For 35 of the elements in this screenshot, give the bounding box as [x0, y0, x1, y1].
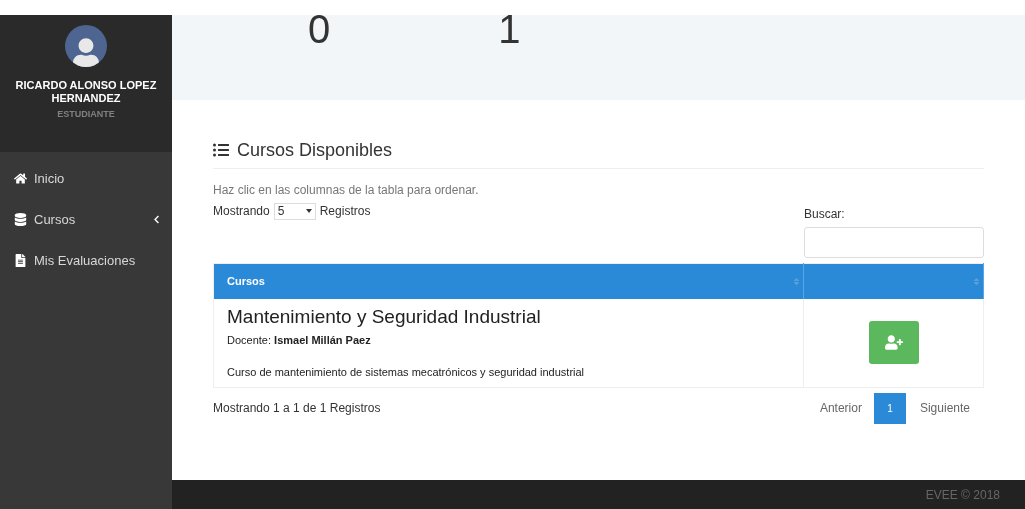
course-title: Mantenimiento y Seguridad Industrial — [227, 304, 542, 329]
list-icon — [213, 142, 229, 158]
hint-text: Haz clic en las columnas de la tabla para ordenar. — [213, 182, 480, 199]
course-description: Curso de mantenimiento de sistemas mecatrónicos y seguridad industrial — [227, 365, 586, 380]
sidebar-item[interactable]: Inicio — [0, 169, 172, 188]
user-name: RICARDO ALONSO LOPEZ HERNANDEZ — [14, 79, 158, 105]
sort-icon — [973, 277, 980, 286]
database-icon — [14, 213, 27, 226]
length-select[interactable]: 5 — [273, 202, 316, 220]
sidebar-item[interactable]: Mis Evaluaciones — [0, 251, 172, 270]
column-header[interactable] — [803, 263, 984, 299]
search-field[interactable] — [804, 227, 984, 258]
document-icon — [14, 254, 27, 267]
enroll-button[interactable] — [868, 321, 919, 364]
user-role: ESTUDIANTE — [57, 108, 115, 121]
sidebar-item[interactable]: Cursos — [0, 210, 172, 229]
chevron-icon — [153, 215, 160, 224]
footer-text: EVEE © 2018 — [925, 486, 1000, 504]
stat-value: 1 — [498, 7, 521, 51]
previous-link[interactable]: Anterior — [807, 393, 874, 423]
avatar-icon — [65, 25, 107, 67]
column-header[interactable]: Cursos — [213, 263, 804, 299]
next-link[interactable]: Siguiente — [905, 393, 984, 423]
length-label: Mostrando — [213, 203, 270, 220]
add-user-icon — [884, 335, 903, 350]
page-button[interactable]: 1 — [873, 392, 906, 424]
sort-icon — [793, 277, 800, 286]
stat-value: 0 — [308, 7, 331, 51]
section-title: Cursos Disponibles — [237, 140, 393, 160]
teacher-text: Docente: Ismael Millán Paez — [227, 332, 372, 348]
table-info: Mostrando 1 a 1 de 1 Registros — [213, 400, 381, 417]
length-label: Registros — [319, 203, 371, 220]
home-icon — [14, 172, 27, 185]
search-label: Buscar: — [804, 206, 846, 223]
caret-icon — [305, 209, 312, 213]
